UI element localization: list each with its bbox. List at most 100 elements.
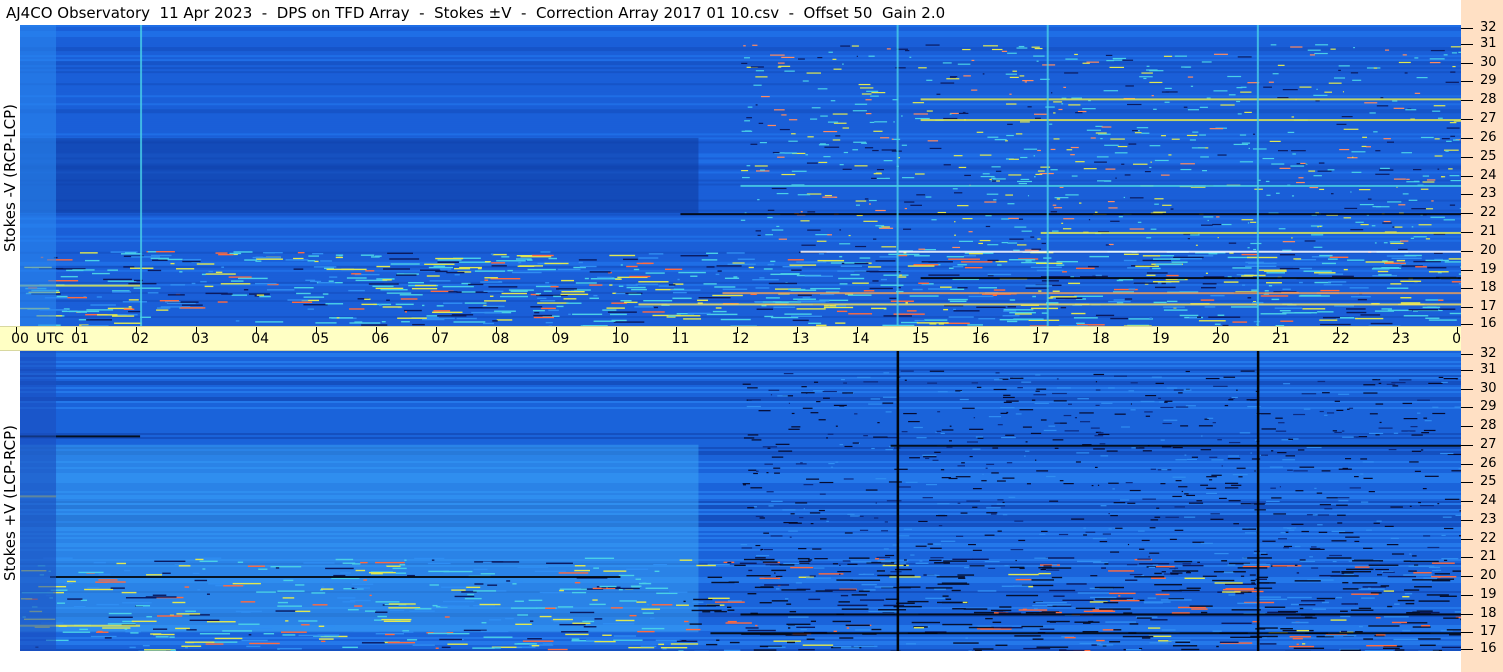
rfi-speck	[1136, 127, 1149, 129]
rfi-speck	[782, 509, 796, 511]
rfi-speck	[1393, 432, 1399, 434]
rfi-speck	[1378, 427, 1393, 429]
rfi-speck	[246, 645, 261, 648]
rfi-speck	[1395, 649, 1405, 651]
rfi-speck	[1387, 201, 1402, 203]
rfi-speck	[1073, 317, 1098, 319]
rfi-speck	[1323, 284, 1343, 286]
rfi-speck	[363, 579, 367, 581]
rfi-speck	[957, 287, 968, 289]
rfi-speck	[1332, 430, 1338, 432]
frequency-tick-label: 23	[1480, 186, 1497, 202]
rfi-speck	[1035, 374, 1041, 376]
rfi-speck	[741, 169, 749, 172]
rfi-speck	[1354, 566, 1370, 568]
rfi-speck	[1444, 498, 1460, 500]
rfi-speck	[1442, 516, 1452, 518]
rfi-speck	[1313, 246, 1323, 248]
rfi-speck	[1389, 241, 1402, 243]
rfi-speck	[766, 472, 769, 474]
time-tick-mark	[916, 327, 918, 333]
rfi-speck	[727, 609, 735, 611]
rfi-speck	[1378, 274, 1392, 276]
rfi-speck	[202, 568, 206, 570]
rfi-speck	[783, 521, 798, 524]
rfi-speck	[534, 570, 566, 573]
rfi-speck	[770, 535, 783, 537]
rfi-speck	[1449, 175, 1460, 177]
rfi-speck	[1437, 168, 1440, 170]
rfi-speck	[1153, 108, 1157, 110]
rfi-speck	[1428, 319, 1457, 321]
rfi-speck	[1034, 459, 1037, 461]
rfi-speck	[746, 165, 751, 167]
rfi-speck	[742, 483, 751, 485]
rfi-speck	[1296, 572, 1300, 574]
rfi-speck	[943, 560, 968, 562]
rfi-speck	[563, 298, 577, 300]
rfi-speck	[1349, 287, 1369, 289]
rfi-speck	[977, 590, 997, 592]
time-axis: 00 UTC 01 02 03 04 05 06 07 08 09 10 11 12 13 14 15 16 17 1…	[0, 326, 1498, 351]
rfi-speck	[842, 168, 852, 170]
time-tick-mark	[796, 327, 798, 333]
rfi-speck	[1274, 307, 1303, 309]
time-tick-label: 19	[1151, 331, 1170, 347]
time-tick-mark	[1276, 327, 1278, 333]
rfi-speck	[1384, 262, 1406, 264]
rfi-speck	[927, 543, 933, 545]
rfi-speck	[753, 506, 758, 508]
time-tick-label: 03	[191, 331, 210, 347]
frequency-tick-mark	[1461, 501, 1473, 502]
rfi-speck	[1023, 647, 1051, 650]
time-tick-label: 21	[1271, 331, 1290, 347]
rfi-speck	[79, 252, 98, 254]
rfi-speck	[1050, 92, 1053, 94]
rfi-speck	[1095, 389, 1101, 391]
rfi-speck	[1063, 86, 1067, 88]
rfi-speck	[1155, 263, 1183, 266]
rfi-speck	[1236, 100, 1241, 103]
rfi-speck	[968, 543, 976, 546]
rfi-speck	[1286, 527, 1292, 529]
rfi-speck	[84, 259, 100, 262]
rfi-speck	[203, 557, 222, 559]
rfi-speck	[1338, 497, 1350, 499]
rfi-speck	[1245, 265, 1277, 268]
rfi-speck	[776, 192, 789, 195]
rfi-speck	[368, 283, 399, 285]
rfi-speck	[322, 293, 329, 295]
rfi-speck	[894, 562, 907, 564]
rfi-speck	[813, 381, 819, 383]
rfi-speck	[1404, 254, 1422, 257]
rfi-speck	[1402, 54, 1407, 56]
rfi-speck	[817, 88, 828, 90]
rfi-speck	[1001, 218, 1010, 220]
rfi-speck	[1313, 94, 1328, 96]
rfi-speck	[904, 379, 907, 381]
rfi-speck	[609, 313, 627, 316]
rfi-speck	[1392, 226, 1395, 228]
rfi-speck	[808, 598, 821, 601]
rfi-speck	[1098, 133, 1111, 135]
rfi-speck	[1020, 156, 1028, 159]
rfi-speck	[1161, 571, 1166, 573]
rfi-speck	[1212, 223, 1222, 226]
rfi-speck	[992, 621, 1002, 624]
rfi-speck	[1257, 582, 1270, 584]
rfi-speck	[446, 271, 465, 274]
rfi-speck	[839, 573, 841, 575]
rfi-speck	[379, 304, 382, 307]
rfi-speck	[1151, 95, 1154, 97]
frequency-tick-label: 31	[1480, 361, 1497, 377]
rfi-speck	[1235, 592, 1245, 595]
time-tick-label: 00	[11, 331, 29, 347]
rfi-speck	[1050, 169, 1058, 171]
rfi-speck	[1064, 636, 1076, 639]
rfi-speck	[1213, 90, 1228, 92]
rfi-speck	[1237, 56, 1252, 58]
rfi-speck	[993, 178, 1006, 180]
rfi-speck	[1375, 634, 1386, 636]
rfi-speck	[1307, 49, 1321, 51]
rfi-speck	[1178, 606, 1206, 609]
